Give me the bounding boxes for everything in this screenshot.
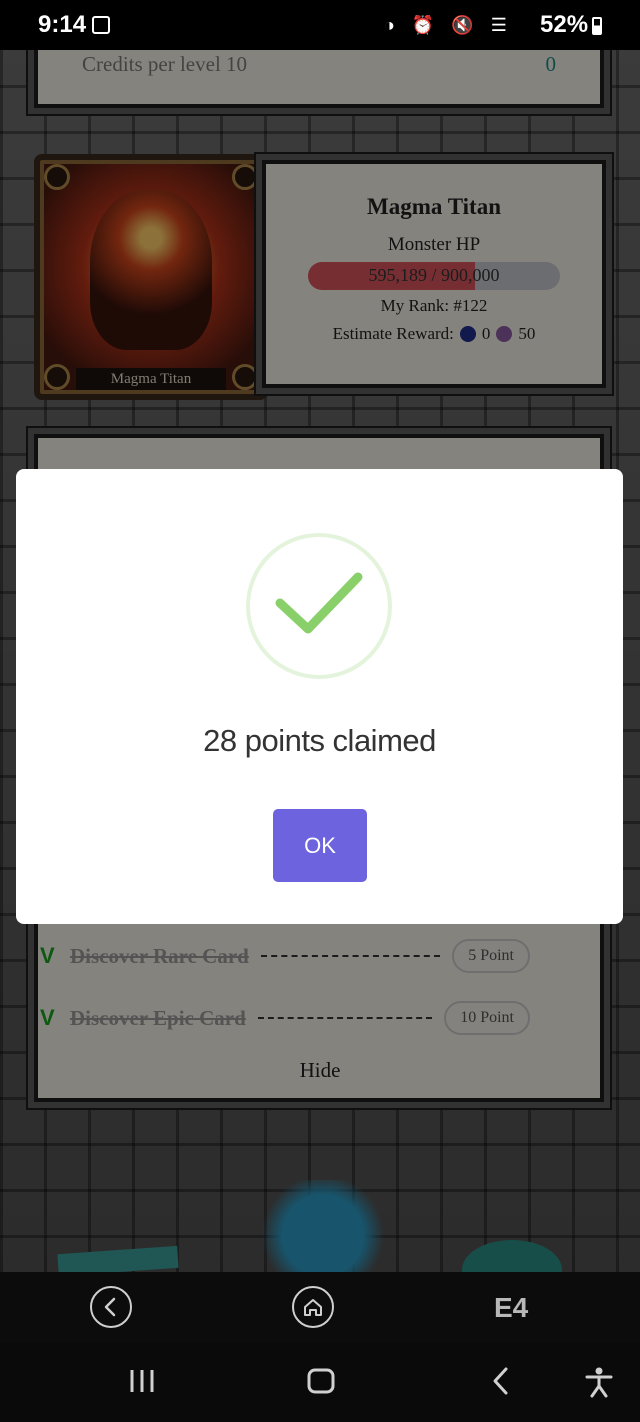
checkmark-icon <box>275 572 363 634</box>
clock: 9:14 <box>38 11 87 38</box>
gallery-icon <box>92 16 110 34</box>
success-dialog: 28 points claimed OK <box>16 469 623 924</box>
home-square-icon[interactable] <box>306 1366 336 1396</box>
back-chevron-icon[interactable] <box>490 1366 512 1396</box>
app-navigation-bar: E4 <box>0 1272 640 1342</box>
back-button[interactable] <box>90 1286 132 1328</box>
success-icon-ring <box>246 533 392 679</box>
system-navigation-bar <box>0 1342 640 1422</box>
status-bar: 9:14 ◑ ⏰ 🔇 ☰ 52% <box>0 0 640 50</box>
dialog-message: 28 points claimed <box>203 723 436 758</box>
home-button[interactable] <box>292 1286 334 1328</box>
home-icon <box>304 1299 322 1316</box>
app-logo[interactable]: E4 <box>494 1292 528 1324</box>
accessibility-icon[interactable] <box>584 1366 614 1398</box>
recents-icon[interactable] <box>128 1366 156 1396</box>
battery-percent: 52% <box>540 11 589 38</box>
battery-icon <box>592 17 602 35</box>
system-status-icons: ◑ ⏰ 🔇 ☰ <box>384 15 513 35</box>
chevron-left-icon <box>104 1297 116 1317</box>
ok-button[interactable]: OK <box>273 809 367 882</box>
